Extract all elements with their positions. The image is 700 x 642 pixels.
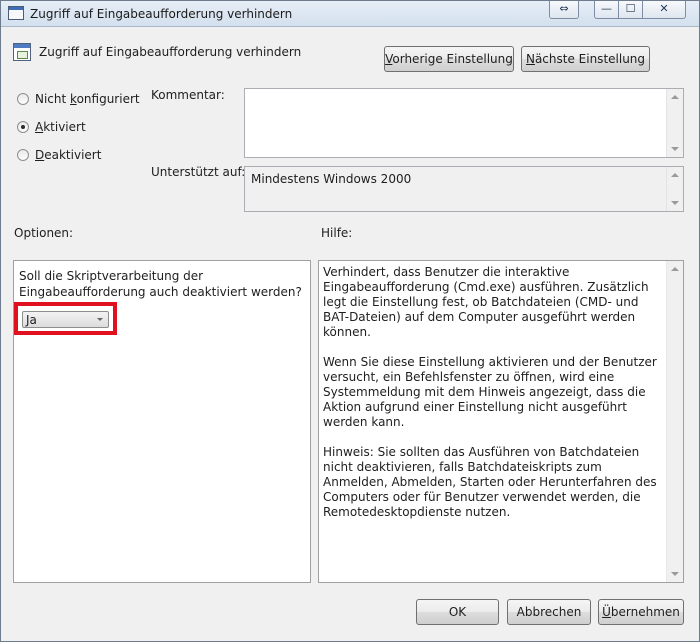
ok-button[interactable]: OK [416,599,499,625]
script-processing-dropdown[interactable]: Ja [22,311,109,328]
close-button[interactable]: ✕ [642,1,686,19]
supported-on-field: Mindestens Windows 2000 [244,166,684,212]
previous-setting-button[interactable]: Vorherige Einstellung [384,46,514,72]
dropdown-highlight-box: Ja [14,302,117,335]
cancel-button[interactable]: Abbrechen [507,599,591,625]
policy-window-icon [8,6,24,20]
apply-button[interactable]: Übernehmen [598,599,684,625]
help-scrollbar[interactable] [666,261,683,582]
window-title: Zugriff auf Eingabeaufforderung verhinde… [30,7,293,21]
resize-button[interactable]: ⇔ [549,1,579,19]
radio-label: Nicht konfiguriert [35,92,140,106]
radio-button[interactable] [17,149,29,161]
radio-label: Deaktiviert [35,148,102,162]
options-label: Optionen: [14,226,74,240]
minimize-button[interactable]: — [594,1,619,19]
radio-button[interactable] [17,93,29,105]
option-question: Soll die Skriptverarbeitung der Eingabea… [19,269,302,299]
help-paragraph: Hinweis: Sie sollten das Ausführen von B… [323,445,657,519]
comment-field[interactable] [244,88,684,158]
supported-value: Mindestens Windows 2000 [251,172,412,186]
help-label: Hilfe: [321,226,353,240]
help-paragraph: Wenn Sie diese Einstellung aktivieren un… [323,355,657,429]
dropdown-value: Ja [26,313,37,327]
radio-button[interactable] [17,121,29,133]
scroll-down-icon[interactable] [671,147,679,151]
title-bar[interactable]: Zugriff auf Eingabeaufforderung verhinde… [1,1,699,27]
scroll-down-icon[interactable] [671,201,679,205]
next-setting-button[interactable]: Nächste Einstellung [521,46,650,72]
scroll-up-icon[interactable] [671,95,679,99]
policy-setting-icon [13,43,31,61]
maximize-button[interactable]: ☐ [618,1,643,19]
chevron-down-icon[interactable] [97,318,103,321]
supported-label: Unterstützt auf: [151,165,246,179]
comment-label: Kommentar: [151,88,225,102]
policy-dialog: Zugriff auf Eingabeaufforderung verhinde… [0,0,700,642]
supported-scrollbar[interactable] [666,167,683,211]
setting-title: Zugriff auf Eingabeaufforderung verhinde… [39,45,302,59]
comment-scrollbar[interactable] [666,89,683,157]
scroll-down-icon[interactable] [671,572,679,576]
help-text: Verhindert, dass Benutzer die interaktiv… [323,265,663,535]
scroll-up-icon[interactable] [671,173,679,177]
help-paragraph: Verhindert, dass Benutzer die interaktiv… [323,265,649,339]
options-panel: Soll die Skriptverarbeitung der Eingabea… [13,260,311,583]
scroll-up-icon[interactable] [671,267,679,271]
help-panel: Verhindert, dass Benutzer die interaktiv… [318,260,684,583]
radio-label: Aktiviert [35,120,86,134]
